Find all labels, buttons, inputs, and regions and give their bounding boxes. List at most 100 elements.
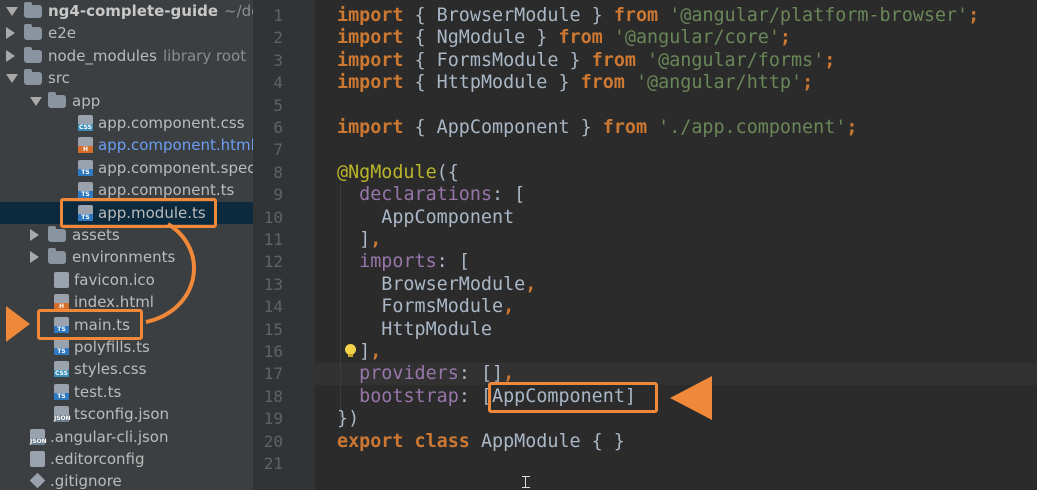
file-icon: H — [54, 294, 69, 311]
code-token: , — [370, 341, 382, 362]
tree-item-editorconfig[interactable]: .editorconfig — [0, 448, 253, 470]
code-line[interactable]: @NgModule({ — [337, 162, 459, 184]
code-line[interactable]: import { BrowserModule } from '@angular/… — [337, 5, 979, 27]
code-token: BrowserModule — [337, 273, 526, 295]
line-gutter[interactable]: 1 2 3 4 5 6 7 8 9 10 11 12 13 14 15 16 17 18 19 20 21 — [253, 0, 334, 490]
chevron-right-icon[interactable] — [30, 251, 39, 264]
project-root[interactable]: ng4-complete-guide ~/develo — [0, 0, 253, 22]
code-token: { FormsModule } — [403, 49, 592, 71]
code-line[interactable]: imports: [ — [337, 251, 470, 273]
code-line[interactable]: import { NgModule } from '@angular/core'… — [337, 27, 791, 49]
line-number: 8 — [273, 162, 283, 182]
tree-item-label: .gitignore — [50, 472, 122, 490]
code-token: from — [602, 117, 648, 138]
line-number: 18 — [263, 386, 283, 406]
tree-item-environments[interactable]: environments — [0, 246, 253, 268]
folder-icon — [24, 24, 42, 41]
code-token: '@angular/core' — [613, 27, 780, 49]
code-line[interactable]: HttpModule — [337, 319, 492, 341]
code-line[interactable]: import { FormsModule } from '@angular/fo… — [337, 50, 835, 72]
tree-item-gitignore[interactable]: .gitignore — [0, 470, 253, 490]
code-token: , — [503, 296, 515, 318]
tree-item-label: src — [48, 69, 70, 88]
code-token: from — [591, 49, 636, 71]
line-number: 16 — [263, 342, 283, 361]
file-icon: TS — [78, 182, 93, 199]
tree-item-hint: library root — [162, 46, 247, 65]
tree-item-label: test.ts — [74, 382, 122, 401]
code-token: export class — [337, 430, 470, 452]
file-icon — [30, 451, 45, 467]
folder-icon — [48, 91, 66, 108]
tree-item-app-component-css[interactable]: CSS app.component.css — [0, 112, 253, 134]
code-line[interactable]: BrowserModule, — [337, 274, 536, 296]
tree-item-label: app.component.spec. — [98, 158, 253, 177]
tree-item-app-component-spec[interactable]: TS app.component.spec. — [0, 157, 253, 179]
folder-icon — [24, 46, 42, 63]
code-token: , — [370, 229, 382, 250]
text-cursor-icon — [522, 476, 530, 488]
code-token: ; — [802, 72, 814, 94]
pointer-arrow-left — [670, 376, 712, 420]
code-token: declarations — [359, 184, 493, 206]
chevron-down-icon[interactable] — [30, 96, 42, 106]
file-icon: TS — [54, 383, 69, 400]
code-line[interactable]: AppComponent — [337, 207, 514, 229]
code-token: FormsModule — [337, 296, 504, 318]
code-line[interactable]: FormsModule, — [337, 296, 514, 318]
chevron-right-icon[interactable] — [6, 27, 15, 40]
file-type-badge: H — [78, 146, 93, 154]
line-number: 17 — [263, 364, 283, 384]
tree-item-node-modules[interactable]: node_modules library root — [0, 45, 253, 67]
tree-item-test-ts[interactable]: TS test.ts — [0, 381, 253, 403]
code-token: '@angular/forms' — [647, 49, 825, 71]
code-token: , — [525, 273, 537, 295]
tree-item-e2e[interactable]: e2e — [0, 22, 253, 44]
line-number: 19 — [263, 409, 283, 429]
line-number: 21 — [263, 454, 283, 473]
chevron-down-icon[interactable] — [6, 7, 18, 16]
chevron-down-icon[interactable] — [6, 74, 18, 84]
folder-icon — [48, 226, 66, 242]
code-line[interactable]: declarations: [ — [337, 184, 525, 206]
main-ts-highlight — [37, 309, 143, 340]
file-type-badge: TS — [78, 168, 93, 176]
tree-item-label: tsconfig.json — [74, 405, 170, 424]
file-icon: CSS — [78, 115, 93, 131]
code-token: AppModule { } — [469, 430, 625, 452]
tree-item-label: favicon.ico — [74, 270, 155, 289]
code-line[interactable]: import { HttpModule } from '@angular/htt… — [337, 72, 813, 94]
line-number: 20 — [263, 431, 283, 451]
code-token: HttpModule — [337, 318, 493, 340]
code-line[interactable]: ], — [337, 229, 381, 251]
code-token: import — [337, 27, 404, 49]
tree-item-angular-cli-json[interactable]: JSON .angular-cli.json — [0, 426, 253, 448]
code-line[interactable]: ], — [337, 341, 381, 363]
tree-item-app[interactable]: app — [0, 90, 253, 112]
tree-item-src[interactable]: src — [0, 67, 253, 89]
code-token: '@angular/platform-browser' — [669, 5, 969, 26]
pointer-arrow-right — [6, 306, 30, 342]
tree-item-app-component-html[interactable]: Happ.component.html — [0, 134, 253, 156]
code-token: import — [337, 49, 404, 71]
file-type-badge: CSS — [54, 370, 69, 378]
file-icon: JSON — [54, 406, 71, 423]
tree-item-styles-css[interactable]: CSS styles.css — [0, 358, 253, 380]
code-line[interactable]: import { AppComponent } from './app.comp… — [337, 117, 857, 139]
project-panel[interactable]: ng4-complete-guide ~/develo e2e node_modul… — [0, 0, 253, 490]
lightbulb-icon[interactable] — [345, 344, 356, 357]
code-line[interactable]: }) — [337, 408, 359, 430]
tree-item-favicon-ico[interactable]: favicon.ico — [0, 269, 253, 291]
tree-item-tsconfig-json[interactable]: JSON tsconfig.json — [0, 403, 253, 425]
code-token: from — [613, 5, 659, 26]
code-token: from — [580, 72, 625, 94]
chevron-right-icon[interactable] — [6, 49, 15, 62]
code-line[interactable]: export class AppModule { } — [337, 431, 625, 453]
chevron-right-icon[interactable] — [30, 229, 39, 241]
code-token: ; — [824, 49, 836, 71]
code-token: ; — [846, 117, 858, 138]
project-root-path: ~/develo — [224, 2, 253, 20]
